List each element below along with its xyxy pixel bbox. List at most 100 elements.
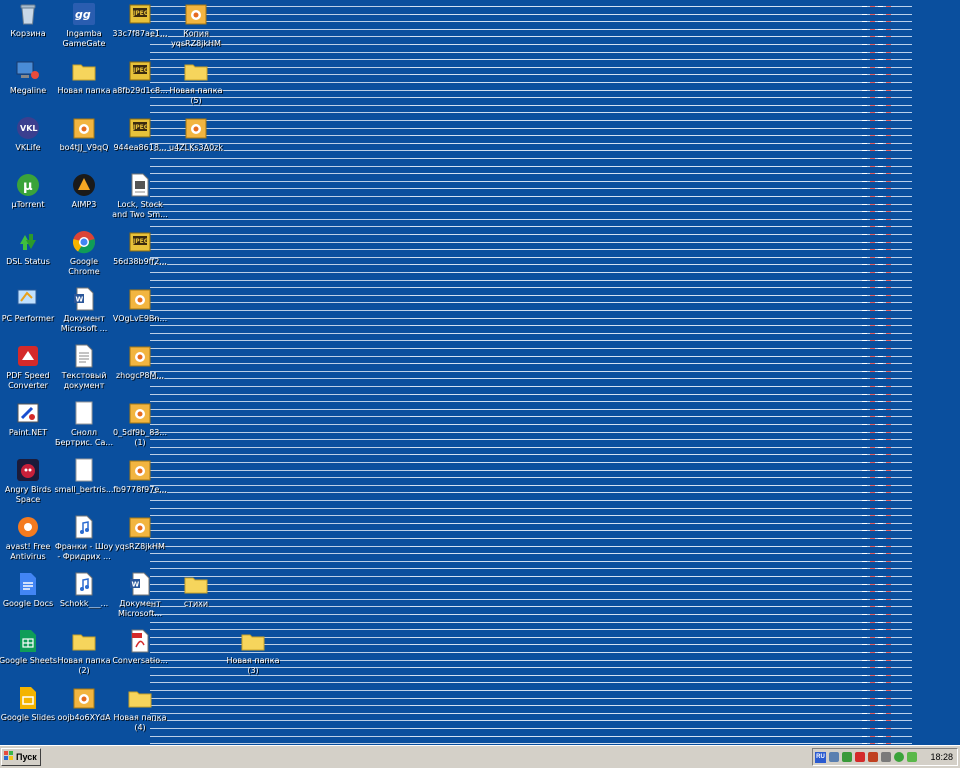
volume-icon[interactable] xyxy=(868,752,878,762)
desktop-icon-voglve9bn[interactable]: VOgLvE9Bn... xyxy=(112,287,168,324)
avast-icon xyxy=(16,515,40,539)
desktop-icon-label: Paint.NET xyxy=(8,428,48,437)
desktop-icon-conversation-pdf[interactable]: Conversatio... xyxy=(112,629,168,666)
desktop-icon-a8fb29d1c8[interactable]: JPEG a8fb29d1c8... xyxy=(112,59,168,96)
desktop-icon-label: u4ZLKs3A0zk xyxy=(169,143,223,152)
svg-text:W: W xyxy=(132,581,140,589)
desktop-icon-megaline[interactable]: Megaline xyxy=(0,59,56,96)
paint-net-icon xyxy=(16,401,40,425)
desktop-icon-yqsrz8jkhm[interactable]: yqsRZ8jkHM xyxy=(112,515,168,552)
image-file-icon xyxy=(72,686,96,710)
svg-text:JPEG: JPEG xyxy=(132,67,149,74)
desktop-icon-label: Франки - Шоу - Фридрих ... xyxy=(54,542,114,561)
desktop-icon-new-folder[interactable]: Новая папка xyxy=(56,59,112,96)
desktop-icon-small-bertris[interactable]: small_bertris... xyxy=(54,458,114,495)
desktop-icon-fb9778f97e[interactable]: fb9778f97e... xyxy=(112,458,168,495)
antivirus-tray-icon[interactable] xyxy=(907,752,917,762)
desktop-icon-aimp3[interactable]: AIMP3 xyxy=(56,173,112,210)
recycle-bin-icon xyxy=(16,2,40,26)
desktop: Корзина Megaline VKL VKLife µ µTorrent D… xyxy=(0,0,960,745)
desktop-icon-label: Google Slides xyxy=(0,713,56,722)
desktop-icon-pc-performer[interactable]: PC Performer xyxy=(0,287,56,324)
desktop-icon-label: Корзина xyxy=(10,29,46,38)
security-alert-icon[interactable] xyxy=(855,752,865,762)
desktop-icon-new-folder-5[interactable]: Новая папка (5) xyxy=(168,59,224,106)
desktop-icon-new-folder-2[interactable]: Новая папка (2) xyxy=(56,629,112,676)
desktop-icon-zhogcp8m[interactable]: zhogcP8M... xyxy=(112,344,168,381)
desktop-icon-label: Ingamba GameGate xyxy=(62,29,106,48)
start-button[interactable]: Пуск xyxy=(1,748,41,766)
svg-text:JPEG: JPEG xyxy=(132,124,149,131)
desktop-icon-label: DSL Status xyxy=(6,257,50,266)
desktop-icon-google-chrome[interactable]: Google Chrome xyxy=(56,230,112,277)
windows-logo-icon xyxy=(4,751,14,763)
jpeg-file-icon: JPEG xyxy=(128,2,152,26)
shield-icon[interactable] xyxy=(881,752,891,762)
desktop-icon-schokk[interactable]: Schokk___... xyxy=(56,572,112,609)
desktop-icon-stihi[interactable]: стихи xyxy=(168,572,224,609)
desktop-icon-angry-birds-space[interactable]: Angry Birds Space xyxy=(0,458,56,505)
desktop-icon-bo4tjj[interactable]: bo4tJJ_V9qQ xyxy=(56,116,112,153)
svg-text:gg: gg xyxy=(75,8,91,21)
desktop-icon-label: Копия yqsRZ8jkHM xyxy=(171,29,221,48)
utorrent-tray-icon[interactable] xyxy=(894,752,904,762)
desktop-icon-label: Google Docs xyxy=(2,599,54,608)
desktop-icon-lock-stock[interactable]: Lock, Stock and Two Sm... xyxy=(112,173,168,220)
desktop-icon-new-folder-3[interactable]: Новая папка (3) xyxy=(225,629,281,676)
desktop-icon-snoll-bertris[interactable]: Снолл Бертрис. Са... xyxy=(55,401,113,448)
desktop-icon-label: bo4tJJ_V9qQ xyxy=(59,143,109,152)
desktop-icon-ingamba-gamegate[interactable]: gg Ingamba GameGate xyxy=(56,2,112,49)
desktop-icon-copy-yqsrz8jkhm[interactable]: Копия yqsRZ8jkHM xyxy=(168,2,224,49)
desktop-icon-0-5df9b-83[interactable]: 0_5df9b_83... (1) xyxy=(112,401,168,448)
image-file-icon xyxy=(128,401,152,425)
desktop-icon-label: VOgLvE9Bn... xyxy=(112,314,168,323)
folder-icon xyxy=(241,629,265,653)
desktop-icon-microsoft-document[interactable]: W Документ Microsoft ... xyxy=(56,287,112,334)
image-file-icon xyxy=(72,116,96,140)
desktop-icon-label: 56d38b9ff2... xyxy=(113,257,167,266)
utorrent-icon: µ xyxy=(16,173,40,197)
desktop-icon-pdf-speed-converter[interactable]: PDF Speed Converter xyxy=(0,344,56,391)
language-indicator-icon[interactable]: RU xyxy=(815,751,826,763)
desktop-icon-new-folder-4[interactable]: Новая папка (4) xyxy=(112,686,168,733)
desktop-icon-recycle-bin[interactable]: Корзина xyxy=(0,2,56,39)
desktop-icon-franki-show[interactable]: Франки - Шоу - Фридрих ... xyxy=(54,515,114,562)
desktop-icon-avast[interactable]: avast! Free Antivirus xyxy=(0,515,56,562)
desktop-icon-dsl-status[interactable]: DSL Status xyxy=(0,230,56,267)
desktop-icon-utorrent[interactable]: µ µTorrent xyxy=(0,173,56,210)
desktop-icon-33c7f87ae1[interactable]: JPEG 33c7f87ae1... xyxy=(112,2,168,39)
desktop-icon-text-document[interactable]: Текстовый документ xyxy=(56,344,112,391)
image-file-icon xyxy=(184,2,208,26)
desktop-icon-microsoft-document-2[interactable]: W Документ Microsoft... xyxy=(112,572,168,619)
system-tray: RU 18:28 xyxy=(812,748,958,766)
blank-doc-icon xyxy=(72,401,96,425)
desktop-icon-label: Megaline xyxy=(9,86,47,95)
desktop-icon-label: Schokk___... xyxy=(59,599,109,608)
google-docs-icon xyxy=(16,572,40,596)
network-icon[interactable] xyxy=(829,752,839,762)
desktop-icon-label: стихи xyxy=(183,599,209,608)
desktop-icon-oojb4o6xyda[interactable]: oojb4o6XYdA xyxy=(56,686,112,723)
desktop-icon-google-slides[interactable]: Google Slides xyxy=(0,686,56,723)
desktop-icon-label: 0_5df9b_83... (1) xyxy=(112,428,168,447)
image-file-icon xyxy=(128,344,152,368)
text-file-icon xyxy=(128,173,152,197)
desktop-icon-label: Google Sheets xyxy=(0,656,58,665)
desktop-icon-google-sheets[interactable]: Google Sheets xyxy=(0,629,58,666)
desktop-icon-944ea8618[interactable]: JPEG 944ea8618... xyxy=(112,116,168,153)
desktop-icon-vklife[interactable]: VKL VKLife xyxy=(0,116,56,153)
google-sheets-icon xyxy=(16,629,40,653)
image-file-icon xyxy=(184,116,208,140)
desktop-icon-56d38b9ff2[interactable]: JPEG 56d38b9ff2... xyxy=(112,230,168,267)
folder-icon xyxy=(184,572,208,596)
clock: 18:28 xyxy=(930,752,953,762)
monitor-icon[interactable] xyxy=(842,752,852,762)
desktop-icon-google-docs[interactable]: Google Docs xyxy=(0,572,56,609)
gamegate-icon: gg xyxy=(72,2,96,26)
blank-doc-icon xyxy=(72,458,96,482)
desktop-icon-paint-net[interactable]: Paint.NET xyxy=(0,401,56,438)
desktop-icon-label: yqsRZ8jkHM xyxy=(115,542,165,551)
desktop-icon-u4zlks3a0zk[interactable]: u4ZLKs3A0zk xyxy=(168,116,224,153)
desktop-icon-label: AIMP3 xyxy=(71,200,97,209)
svg-text:VKL: VKL xyxy=(20,124,38,133)
